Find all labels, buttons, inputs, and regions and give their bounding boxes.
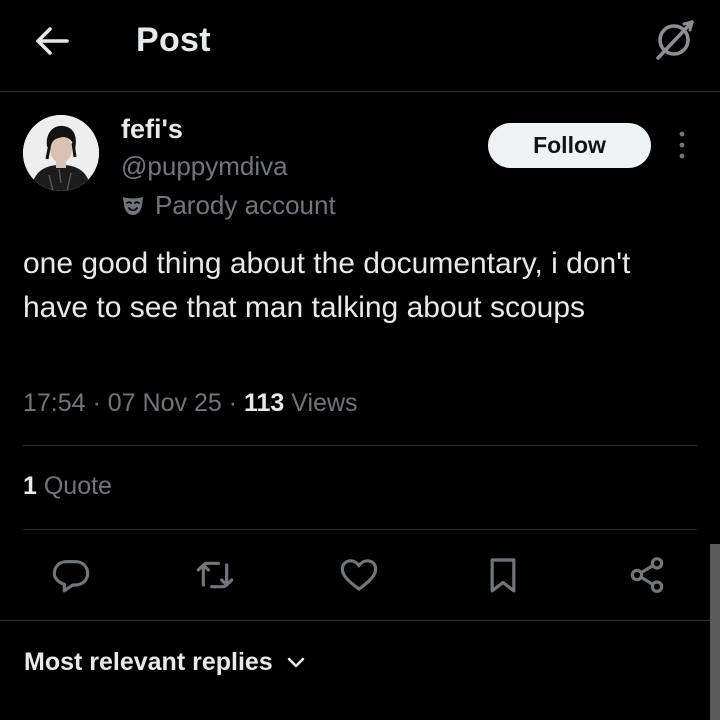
theater-mask-icon (123, 197, 143, 215)
replies-sort-label: Most relevant replies (24, 648, 273, 676)
post-time: 17:54 (23, 389, 86, 417)
grok-button[interactable] (650, 16, 698, 64)
header-divider (0, 91, 720, 92)
more-button[interactable] (666, 128, 698, 162)
divider (0, 620, 720, 621)
repost-button[interactable] (193, 553, 237, 597)
username[interactable]: @puppymdiva (121, 151, 288, 182)
meta-separator: · (228, 389, 244, 417)
more-vertical-icon (679, 131, 685, 159)
share-button[interactable] (625, 553, 669, 597)
post-meta: 17:54 · 07 Nov 25 · 113 Views (23, 389, 358, 418)
chevron-down-icon (287, 657, 305, 667)
reply-button[interactable] (49, 553, 93, 597)
like-button[interactable] (337, 553, 381, 597)
bookmark-icon (490, 558, 516, 593)
repost-icon (196, 561, 234, 589)
avatar-photo (23, 115, 99, 191)
quotes-link[interactable]: 1 Quote (23, 472, 112, 501)
heart-icon (340, 559, 378, 591)
views-label: Views (291, 389, 358, 417)
parody-label: Parody account (155, 189, 336, 220)
avatar[interactable] (23, 115, 99, 191)
meta-separator: · (92, 389, 108, 417)
scrollbar[interactable] (710, 544, 720, 720)
post-text: one good thing about the documentary, i … (23, 247, 631, 324)
quote-label: Quote (43, 472, 112, 500)
back-button[interactable] (34, 24, 72, 58)
quote-count: 1 (23, 472, 37, 500)
display-name[interactable]: fefi's (121, 114, 183, 145)
divider (23, 445, 697, 446)
arrow-left-icon (36, 27, 69, 55)
share-icon (630, 557, 664, 593)
follow-button[interactable]: Follow (488, 123, 651, 168)
replies-sort-dropdown[interactable]: Most relevant replies (24, 648, 305, 677)
reply-icon (52, 560, 90, 593)
views-count: 113 (244, 389, 285, 417)
parody-badge: Parody account (121, 189, 336, 221)
divider (23, 529, 697, 530)
page-title: Post (136, 21, 211, 59)
grok-icon (656, 20, 694, 60)
bookmark-button[interactable] (481, 553, 525, 597)
post-date: 07 Nov 25 (107, 389, 222, 417)
